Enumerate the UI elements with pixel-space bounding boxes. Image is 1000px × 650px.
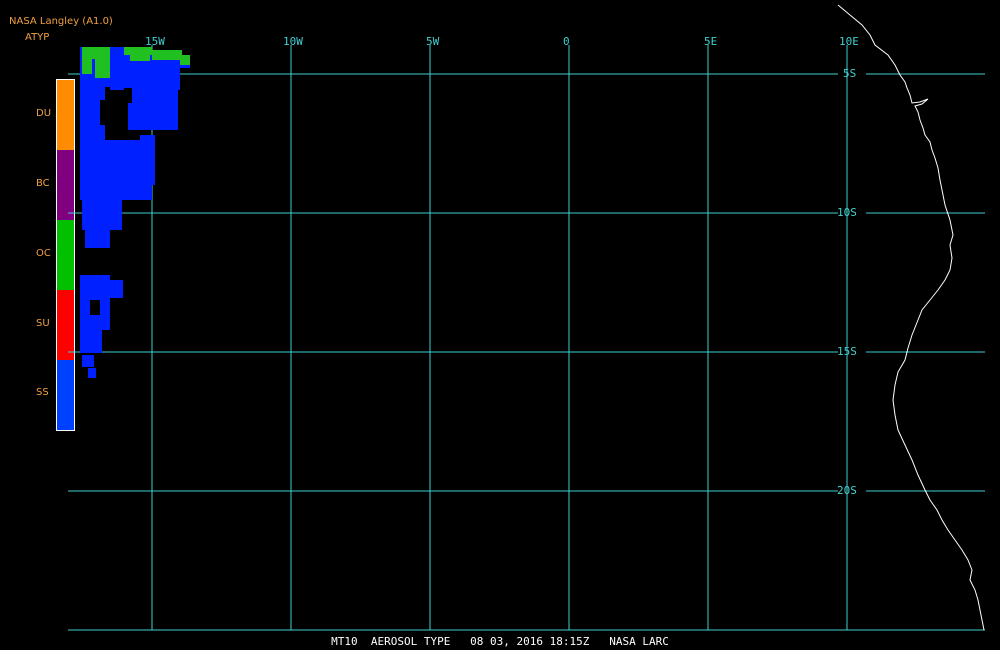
lat-label-15s: 15S <box>837 345 857 358</box>
lat-label-20s: 20S <box>837 484 857 497</box>
lon-label-5w: 5W <box>426 35 440 48</box>
lat-label-5s: 5S <box>843 67 856 80</box>
lon-label-10w: 10W <box>283 35 303 48</box>
graticule <box>68 45 985 631</box>
footer-caption: MT10 AEROSOL TYPE 08 03, 2016 18:15Z NAS… <box>331 635 669 648</box>
lat-label-10s: 10S <box>837 206 857 219</box>
lon-label-10e: 10E <box>839 35 859 48</box>
lon-label-0: 0 <box>563 35 570 48</box>
coastline <box>837 4 985 631</box>
map-canvas: 15W 10W 5W 0 5E 10E 5S 10S 15S 20S <box>68 4 985 631</box>
lon-label-15w: 15W <box>145 35 165 48</box>
lon-label-5e: 5E <box>704 35 717 48</box>
